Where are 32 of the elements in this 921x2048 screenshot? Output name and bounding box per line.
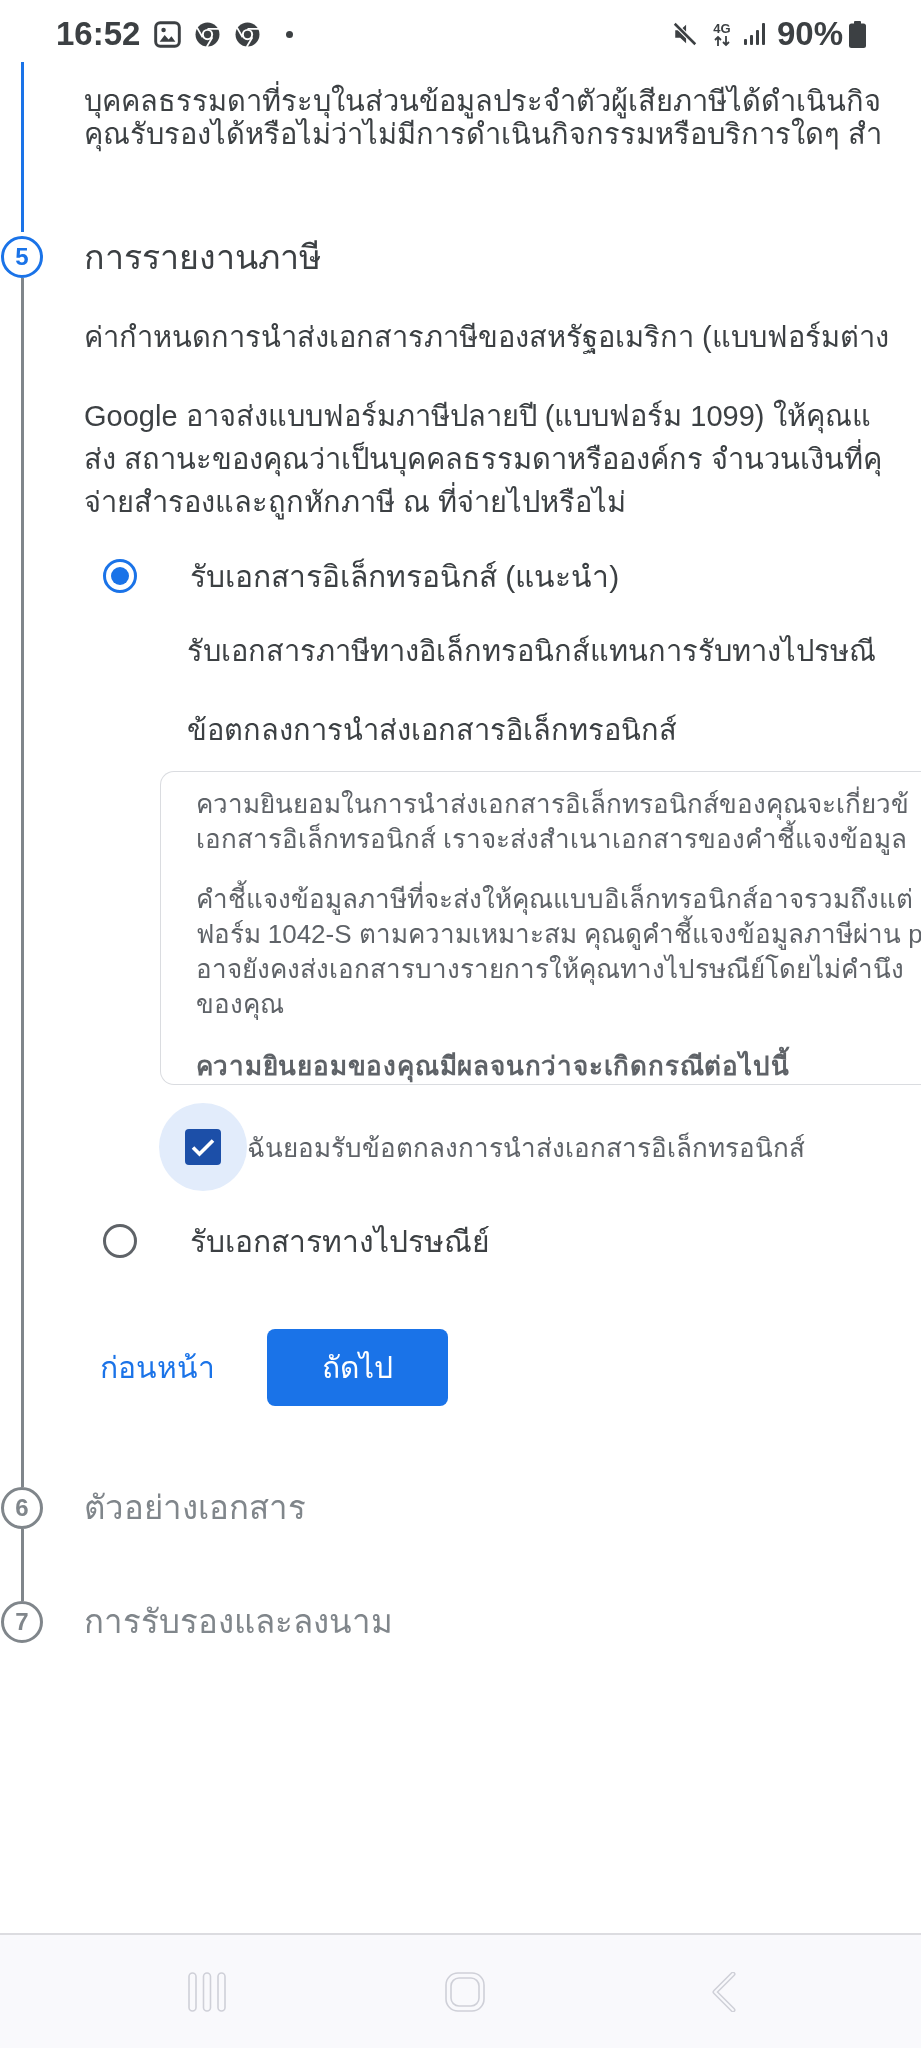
battery-percent: 90%: [776, 14, 843, 54]
dot-icon: [286, 30, 294, 38]
signal-icon: [742, 22, 767, 46]
data-arrows-icon: [712, 34, 731, 47]
ring-icon: [195, 21, 221, 47]
ring-icon: [235, 21, 261, 47]
gallery-icon: [154, 20, 182, 48]
network-type: 4G: [713, 21, 731, 35]
checkbox-label[interactable]: ฉันยอมรับข้อตกลงการนำส่งเอกสารอิเล็กทรอนิกส์: [247, 1126, 805, 1168]
agreement-text: คำชี้แจงข้อมูลภาษีที่จะส่งให้คุณแบบอิเล็กทรอนิกส์อาจรวมถึงแต่ ฟอร์ม 1042-S ตามความเหมาะสม คุณดูคำชี้แจงข้อมูลภาษีผ่าน p อาจยังคงส่งเอกสารบางรายการให้คุณทางไปรษณีย์โดยไม่คำนึง ของคุณ: [195, 882, 921, 1022]
agreement-title: ข้อตกลงการนำส่งเอกสารอิเล็กทรอนิกส์: [187, 712, 678, 748]
body-text: บุคคลธรรมดาที่ระบุในส่วนข้อมูลประจำตัวผู้เสียภาษีได้ดำเนินกิจ คุณรับรองได้หรือไม่ว่าไม่มีการดำเนินกิจกรรมหรือบริการใดๆ สำ: [84, 62, 921, 236]
step-number: 7: [1, 1601, 43, 1643]
next-button[interactable]: ถัดไป: [267, 1329, 448, 1406]
radio-button[interactable]: [102, 558, 138, 594]
battery-icon: [849, 20, 866, 48]
step-title: การรับรองและลงนาม: [84, 1602, 394, 1642]
step-title: การรายงานภาษี: [84, 237, 322, 278]
step-title: ตัวอย่างเอกสาร: [84, 1488, 307, 1528]
body-text: ค่ากำหนดการนำส่งเอกสารภาษีของสหรัฐอเมริกา (แบบฟอร์มต่าง: [84, 320, 890, 354]
agreement-text: ความยินยอมในการนำส่งเอกสารอิเล็กทรอนิกส์ของคุณจะเกี่ยวข้ เอกสารอิเล็กทรอนิกส์ เราจะส่งสำเนาเอกสารของคำชี้แจงข้อมูล: [195, 787, 921, 857]
mute-icon: [671, 21, 698, 47]
checkbox[interactable]: [159, 1103, 247, 1191]
step-number: 5: [1, 236, 43, 278]
option-label[interactable]: รับเอกสารทางไปรษณีย์: [190, 1217, 490, 1265]
body-text: Google อาจส่งแบบฟอร์มภาษีปลายปี (แบบฟอร์ม 1099) ให้คุณแ ส่ง สถานะของคุณว่าเป็นบุคคลธรรมดาหรือองค์กร จำนวนเงินที่คุ จ่ายสำรองและถูกหักภาษี ณ ที่จ่ายไปหรือไม่: [84, 398, 884, 522]
option-description: รับเอกสารภาษีทางอิเล็กทรอนิกส์แทนการรับทางไปรษณี: [187, 633, 877, 669]
step-number: 6: [1, 1487, 43, 1529]
status-time: 16:52: [56, 14, 141, 54]
back-link[interactable]: ก่อนหน้า: [98, 1340, 217, 1395]
option-label[interactable]: รับเอกสารอิเล็กทรอนิกส์ (แนะนำ): [190, 552, 620, 600]
radio-button[interactable]: [102, 1223, 138, 1259]
